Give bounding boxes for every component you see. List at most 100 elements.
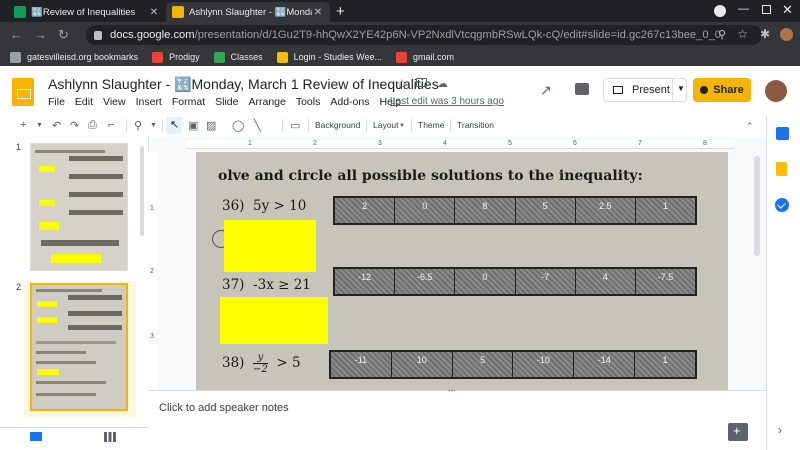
bookmark-prodigy[interactable]: Prodigy	[152, 51, 200, 63]
problem-expression: > 5	[276, 355, 301, 371]
last-edit-link[interactable]: Last edit was 3 hours ago	[390, 96, 504, 107]
answer-choice[interactable]: 5	[452, 352, 514, 377]
menu-edit[interactable]: Edit	[75, 96, 93, 108]
answer-choice[interactable]: -10	[513, 352, 575, 377]
bookmark-classes[interactable]: Classes	[213, 51, 263, 63]
answer-choice[interactable]: 1	[635, 198, 696, 223]
answer-choice[interactable]: 4	[575, 269, 636, 294]
back-icon[interactable]: ←	[10, 27, 23, 42]
browser-tab-slides[interactable]: Ashlynn Slaughter - 🔣Monday, M ✕	[166, 2, 330, 22]
keep-icon[interactable]	[776, 162, 787, 176]
maximize-icon[interactable]	[762, 5, 771, 14]
reload-icon[interactable]: ↻	[58, 27, 69, 43]
minimize-icon[interactable]: —	[738, 3, 749, 15]
slides-logo-icon[interactable]	[12, 78, 34, 106]
star-icon[interactable]: ☆	[396, 76, 408, 92]
menu-addons[interactable]: Add-ons	[330, 96, 369, 108]
answer-choice[interactable]: -11	[331, 352, 392, 377]
account-avatar[interactable]	[765, 80, 787, 102]
answer-choice[interactable]: -6.5	[395, 269, 456, 294]
chevron-down-icon[interactable]: ▼	[150, 122, 157, 129]
slide-thumbnail-1[interactable]	[30, 143, 128, 271]
answer-choice[interactable]: -7.5	[635, 269, 696, 294]
layout-button[interactable]: Layout	[373, 120, 399, 130]
thumb-highlight	[39, 166, 55, 172]
activity-trend-icon[interactable]: ↗	[540, 82, 552, 99]
image-icon[interactable]: ▨	[206, 119, 216, 132]
thumb-text-line	[36, 361, 96, 364]
forward-icon[interactable]: →	[34, 27, 47, 42]
add-comment-icon[interactable]: ▭	[290, 119, 300, 132]
window-close-icon[interactable]: ✕	[782, 2, 793, 18]
browser-profile-avatar[interactable]	[780, 28, 793, 41]
select-tool-active[interactable]: ↖	[166, 117, 182, 134]
menu-tools[interactable]: Tools	[296, 96, 321, 108]
chevron-right-icon[interactable]: ›	[778, 423, 782, 437]
calendar-icon[interactable]	[776, 127, 789, 140]
document-title[interactable]: Ashlynn Slaughter - 🔣Monday, March 1 Rev…	[48, 76, 439, 93]
bookmark-studies-weekly[interactable]: Login - Studies Wee...	[276, 51, 382, 63]
bookmark-gmail[interactable]: gmail.com	[395, 51, 454, 63]
menu-view[interactable]: View	[103, 96, 126, 108]
answer-choice[interactable]: -7	[515, 269, 576, 294]
menu-file[interactable]: File	[48, 96, 65, 108]
tasks-icon[interactable]	[775, 198, 789, 212]
browser-tab-review[interactable]: 🔣Review of Inequalities ✕	[8, 2, 166, 22]
grid-view-icon[interactable]	[104, 432, 116, 442]
redo-icon[interactable]: ↷	[70, 119, 79, 132]
drag-handle-icon[interactable]: •••	[448, 388, 455, 395]
bookmark-folder[interactable]: gatesvilleisd.org bookmarks	[10, 51, 138, 63]
print-icon[interactable]: ⎙	[88, 119, 97, 132]
filmstrip-scrollbar[interactable]	[140, 146, 144, 236]
new-tab-icon[interactable]: +	[336, 3, 345, 20]
menu-insert[interactable]: Insert	[136, 96, 162, 108]
menu-format[interactable]: Format	[172, 96, 205, 108]
yellow-highlight-box[interactable]	[224, 220, 316, 272]
explore-icon[interactable]	[728, 423, 748, 441]
answer-choice[interactable]: 0	[395, 198, 456, 223]
chevron-down-icon[interactable]: ▼	[677, 84, 685, 93]
comment-history-icon[interactable]	[575, 83, 589, 95]
answer-choice[interactable]: 2.5	[575, 198, 636, 223]
slide-canvas[interactable]: olve and circle all possible solutions t…	[196, 152, 728, 390]
tab-search-icon[interactable]	[714, 5, 726, 17]
answer-choice[interactable]: 0	[455, 269, 516, 294]
close-icon[interactable]: ✕	[148, 7, 160, 18]
address-bar[interactable]: docs.google.com /presentation/d/1Gu2T9-h…	[86, 25, 762, 45]
present-button[interactable]: Present ▼	[603, 78, 687, 102]
answer-choice[interactable]: 8	[455, 198, 516, 223]
chevron-up-icon[interactable]: ⌃	[746, 121, 754, 132]
notes-divider[interactable]	[148, 390, 766, 391]
answer-choice[interactable]: -14	[574, 352, 636, 377]
yellow-highlight-box[interactable]	[220, 297, 328, 344]
filmstrip-view-icon[interactable]	[30, 432, 42, 441]
theme-button[interactable]: Theme	[418, 120, 444, 130]
new-slide-icon[interactable]: +	[20, 119, 26, 131]
answer-choice[interactable]: 5	[515, 198, 576, 223]
close-icon[interactable]: ✕	[312, 7, 324, 18]
background-button[interactable]: Background	[315, 120, 360, 130]
transition-button[interactable]: Transition	[457, 120, 494, 130]
bookmark-star-icon[interactable]: ☆	[737, 27, 748, 41]
answer-choice[interactable]: 10	[391, 352, 453, 377]
editor-scrollbar[interactable]	[754, 156, 760, 256]
location-icon[interactable]: ⚲	[718, 28, 726, 41]
menu-slide[interactable]: Slide	[215, 96, 238, 108]
paint-format-icon[interactable]: ⌐	[108, 119, 114, 131]
zoom-icon[interactable]: ⚲	[134, 119, 142, 132]
menu-arrange[interactable]: Arrange	[248, 96, 285, 108]
text-box-icon[interactable]: ▣	[188, 119, 198, 132]
answer-choice[interactable]: 2	[335, 198, 396, 223]
share-button[interactable]: Share	[693, 78, 751, 102]
extensions-icon[interactable]: ✱	[760, 27, 770, 41]
chevron-down-icon[interactable]: ▼	[399, 123, 405, 129]
answer-choice[interactable]: 1	[635, 352, 695, 377]
move-folder-icon[interactable]	[416, 78, 427, 87]
shape-icon[interactable]: ◯	[232, 119, 244, 132]
speaker-notes[interactable]: Click to add speaker notes	[159, 402, 289, 414]
chevron-down-icon[interactable]: ▼	[36, 122, 43, 129]
answer-choice[interactable]: -12	[335, 269, 396, 294]
slide-thumbnail-2[interactable]	[30, 283, 128, 411]
undo-icon[interactable]: ↶	[52, 119, 61, 132]
line-icon[interactable]: ╲	[254, 119, 261, 132]
